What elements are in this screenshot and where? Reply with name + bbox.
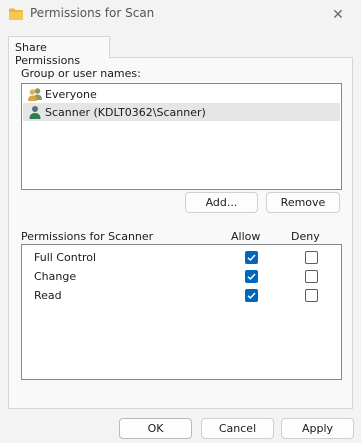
list-item-everyone[interactable]: Everyone — [23, 85, 340, 103]
deny-checkbox-full-control[interactable] — [305, 251, 318, 264]
deny-checkbox-read[interactable] — [305, 289, 318, 302]
cancel-button[interactable]: Cancel — [201, 418, 274, 439]
title-bar: Permissions for Scan ✕ — [0, 0, 361, 30]
permissions-list: Full Control Change Read — [21, 244, 342, 380]
permission-row-change: Change — [34, 268, 334, 286]
add-button[interactable]: Add... — [185, 192, 258, 213]
allow-column-header: Allow — [231, 230, 261, 243]
close-button[interactable]: ✕ — [315, 0, 361, 30]
deny-checkbox-change[interactable] — [305, 270, 318, 283]
users-group-icon — [28, 88, 42, 101]
group-names-label: Group or user names: — [21, 67, 141, 80]
permission-name: Full Control — [34, 251, 97, 264]
allow-checkbox-read[interactable] — [245, 289, 258, 302]
permission-name: Change — [34, 270, 77, 283]
folder-icon — [9, 8, 23, 20]
remove-button[interactable]: Remove — [266, 192, 340, 213]
user-icon — [29, 106, 41, 119]
allow-checkbox-full-control[interactable] — [245, 251, 258, 264]
user-name: Scanner (KDLT0362\Scanner) — [45, 105, 206, 119]
close-icon: ✕ — [332, 7, 344, 23]
tab-panel: Group or user names: Everyone Scanner (K… — [8, 57, 353, 409]
checkmark-icon — [247, 292, 256, 300]
list-item-scanner[interactable]: Scanner (KDLT0362\Scanner) — [23, 103, 340, 121]
permission-name: Read — [34, 289, 62, 302]
permissions-header: Permissions for Scanner — [21, 230, 154, 243]
ok-button[interactable]: OK — [119, 418, 192, 439]
checkmark-icon — [247, 254, 256, 262]
tab-share-permissions[interactable]: Share Permissions — [8, 36, 110, 67]
checkmark-icon — [247, 273, 256, 281]
window-title: Permissions for Scan — [30, 6, 155, 20]
users-list[interactable]: Everyone Scanner (KDLT0362\Scanner) — [21, 83, 342, 190]
user-name: Everyone — [45, 87, 97, 101]
allow-checkbox-change[interactable] — [245, 270, 258, 283]
permission-row-full-control: Full Control — [34, 249, 334, 267]
permission-row-read: Read — [34, 287, 334, 305]
apply-button[interactable]: Apply — [281, 418, 354, 439]
deny-column-header: Deny — [291, 230, 320, 243]
